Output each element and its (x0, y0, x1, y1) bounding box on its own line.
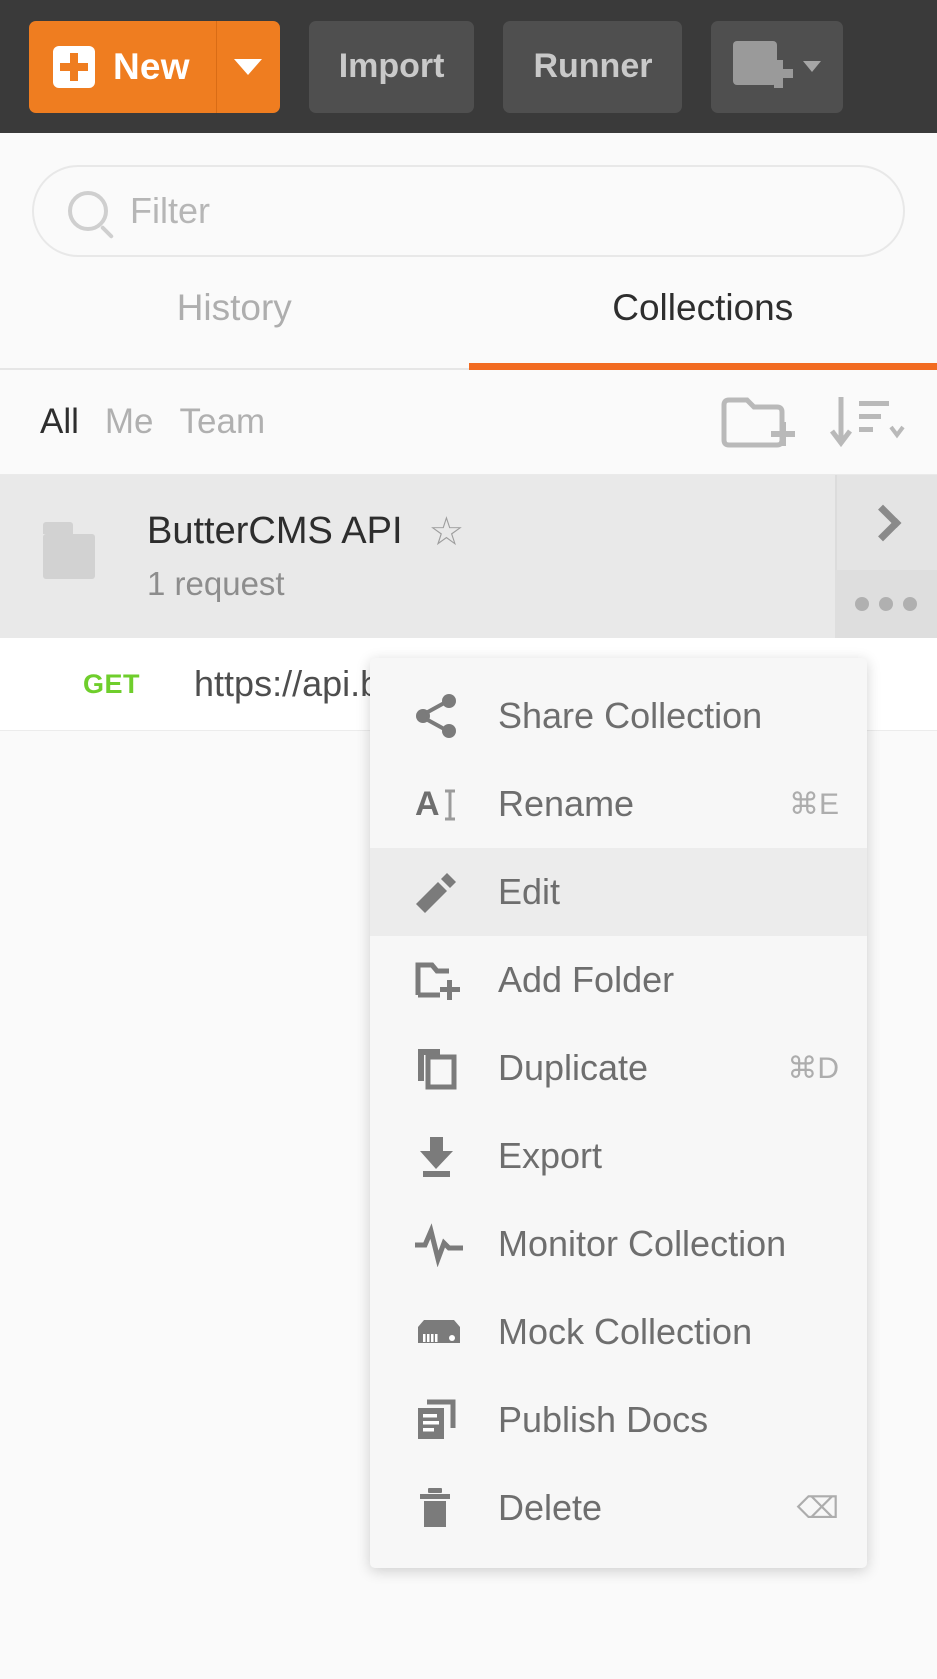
collection-context-menu: Share Collection A Rename ⌘E Edi (370, 658, 867, 1568)
download-icon (414, 1133, 470, 1179)
chevron-right-icon (865, 504, 902, 541)
plus-square-icon (53, 46, 95, 88)
search-placeholder: Filter (130, 190, 210, 232)
collection-request-count: 1 request (147, 565, 464, 603)
menu-item-label: Delete (498, 1487, 602, 1529)
new-window-button[interactable] (711, 21, 843, 113)
menu-item-label: Edit (498, 871, 560, 913)
filter-container: Filter (0, 133, 937, 257)
pulse-icon (414, 1221, 470, 1267)
new-button-label: New (113, 46, 190, 88)
server-icon (414, 1309, 470, 1355)
duplicate-icon (414, 1045, 470, 1091)
ellipsis-icon (855, 597, 869, 611)
tab-collections[interactable]: Collections (469, 285, 937, 368)
menu-item-delete[interactable]: Delete ⌫ (370, 1464, 867, 1552)
folder-icon (43, 534, 95, 579)
new-window-icon (733, 39, 791, 95)
search-input[interactable]: Filter (32, 165, 905, 257)
ellipsis-icon (903, 597, 917, 611)
menu-item-shortcut: ⌫ (797, 1491, 839, 1526)
sidebar-tabs: History Collections (0, 285, 937, 370)
collection-more-button[interactable] (835, 570, 937, 638)
runner-button[interactable]: Runner (503, 21, 682, 113)
scope-filter-me[interactable]: Me (105, 402, 154, 442)
menu-item-add-folder[interactable]: Add Folder (370, 936, 867, 1024)
new-button-dropdown[interactable] (217, 21, 280, 113)
menu-item-export[interactable]: Export (370, 1112, 867, 1200)
collection-row[interactable]: ButterCMS API ☆ 1 request (0, 475, 937, 638)
import-button[interactable]: Import (309, 21, 475, 113)
new-button[interactable]: New (29, 21, 217, 113)
scope-filter-team[interactable]: Team (180, 402, 266, 442)
collection-expand-button[interactable] (835, 475, 937, 570)
menu-item-label: Rename (498, 783, 634, 825)
menu-item-rename[interactable]: A Rename ⌘E (370, 760, 867, 848)
menu-item-edit[interactable]: Edit (370, 848, 867, 936)
menu-item-monitor-collection[interactable]: Monitor Collection (370, 1200, 867, 1288)
menu-item-label: Mock Collection (498, 1311, 752, 1353)
request-method: GET (83, 669, 140, 700)
menu-item-label: Publish Docs (498, 1399, 708, 1441)
new-folder-icon[interactable] (719, 391, 797, 453)
menu-item-shortcut: ⌘D (787, 1051, 839, 1086)
menu-item-shortcut: ⌘E (789, 787, 839, 822)
collection-row-actions (835, 475, 937, 638)
tab-history-label: History (177, 287, 292, 329)
menu-item-label: Add Folder (498, 959, 674, 1001)
import-button-label: Import (339, 47, 445, 86)
star-icon[interactable]: ☆ (429, 512, 465, 552)
pencil-icon (414, 869, 470, 915)
runner-button-label: Runner (533, 47, 652, 86)
add-folder-icon (414, 957, 470, 1003)
collection-scope-bar: All Me Team (0, 370, 937, 475)
menu-item-share-collection[interactable]: Share Collection (370, 672, 867, 760)
menu-item-mock-collection[interactable]: Mock Collection (370, 1288, 867, 1376)
chevron-down-icon (234, 59, 262, 75)
ellipsis-icon (879, 597, 893, 611)
postman-app-window: New Import Runner Filter (0, 0, 937, 1679)
collection-texts: ButterCMS API ☆ 1 request (147, 510, 464, 603)
menu-item-label: Export (498, 1135, 602, 1177)
top-toolbar: New Import Runner (0, 0, 937, 133)
menu-item-label: Monitor Collection (498, 1223, 786, 1265)
sort-descending-icon[interactable] (827, 391, 907, 453)
tab-collections-label: Collections (612, 287, 793, 329)
chevron-down-icon (803, 61, 821, 72)
share-icon (414, 693, 470, 739)
scope-filter-all[interactable]: All (40, 402, 79, 442)
menu-item-label: Share Collection (498, 695, 762, 737)
menu-item-duplicate[interactable]: Duplicate ⌘D (370, 1024, 867, 1112)
tab-history[interactable]: History (0, 285, 469, 368)
search-icon (68, 191, 108, 231)
menu-item-label: Duplicate (498, 1047, 648, 1089)
trash-icon (414, 1485, 470, 1531)
text-cursor-icon: A (414, 781, 470, 827)
svg-text:A: A (415, 785, 440, 823)
collection-name: ButterCMS API (147, 510, 403, 553)
docs-icon (414, 1397, 470, 1443)
new-button-group[interactable]: New (29, 21, 280, 113)
menu-item-publish-docs[interactable]: Publish Docs (370, 1376, 867, 1464)
